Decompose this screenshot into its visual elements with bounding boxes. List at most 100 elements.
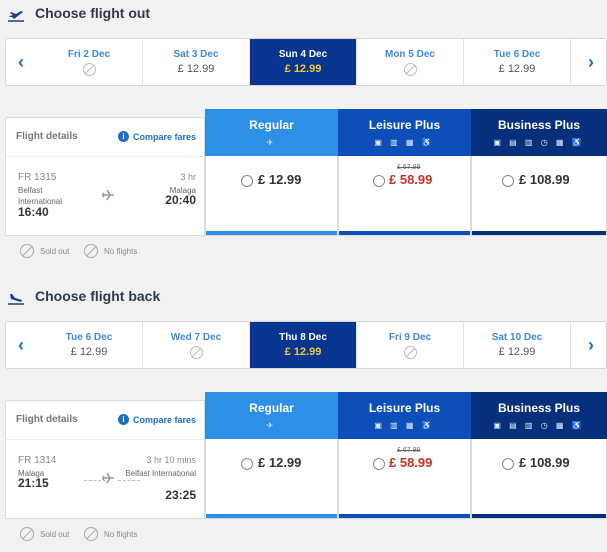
fare-name: Business Plus	[497, 401, 581, 415]
fare-regular: Regular ✈ £ 12.99	[205, 392, 338, 519]
no-flights-icon	[189, 346, 203, 359]
fare-name: Leisure Plus	[368, 118, 441, 132]
fare-radio[interactable]	[373, 458, 385, 470]
fare-bar	[472, 231, 606, 235]
date-label: Tue 6 Dec	[493, 49, 541, 60]
fare-business-option[interactable]: £ 108.99	[471, 439, 607, 519]
inbound-date-selector: ‹ Tue 6 Dec £ 12.99 Wed 7 Dec Thu 8 Dec …	[5, 321, 607, 369]
date-label: Sun 4 Dec	[278, 49, 328, 60]
date-label: Fri 2 Dec	[67, 49, 111, 60]
inbound-date-1[interactable]: Wed 7 Dec	[143, 322, 250, 368]
fare-price: £ 108.99	[519, 172, 570, 187]
fare-leisure-option[interactable]: £ 67.99 £ 58.99	[338, 156, 471, 236]
fare-old-price: £ 67.99	[397, 447, 421, 454]
compare-fares-link[interactable]: Compare fares	[133, 132, 196, 142]
fare-business-header: Business Plus ▣ ▤ ▥ ◷ ▦ ♿	[471, 392, 607, 439]
fare-radio[interactable]	[241, 458, 253, 470]
fare-radio[interactable]	[502, 458, 514, 470]
sold-out-icon	[20, 527, 34, 541]
fare-regular-header: Regular ✈	[205, 109, 338, 156]
next-dates-button[interactable]: ›	[576, 322, 606, 368]
fare-old-price: £ 67.99	[397, 164, 421, 171]
fare-regular-option[interactable]: £ 12.99	[205, 156, 338, 236]
inbound-date-2-selected[interactable]: Thu 8 Dec £ 12.99	[250, 322, 357, 368]
plane-icon	[102, 189, 114, 201]
compare-fares-link[interactable]: Compare fares	[133, 415, 196, 425]
no-flights-icon	[84, 244, 98, 258]
sold-out-label: Sold out	[40, 530, 70, 539]
fare-name: Regular	[249, 401, 294, 415]
fare-radio[interactable]	[502, 175, 514, 187]
no-flights-label: No flights	[104, 530, 138, 539]
fare-price: £ 12.99	[258, 455, 302, 470]
flight-number: FR 1314	[18, 455, 57, 466]
fare-leisure-option[interactable]: £ 67.99 £ 58.99	[338, 439, 471, 519]
departure-time: 16:40	[18, 205, 49, 219]
plane-landing-icon	[8, 294, 24, 305]
fare-price: £ 58.99	[389, 455, 433, 470]
no-flights-icon	[403, 63, 417, 76]
fare-radio[interactable]	[241, 175, 253, 187]
outbound-date-1[interactable]: Sat 3 Dec £ 12.99	[143, 39, 250, 85]
outbound-date-selector: ‹ Fri 2 Dec Sat 3 Dec £ 12.99 Sun 4 Dec …	[5, 38, 607, 86]
next-dates-button[interactable]: ›	[576, 39, 606, 85]
chevron-right-icon: ›	[588, 51, 594, 72]
destination-airport: Belfast International	[125, 469, 196, 478]
no-flights-icon	[403, 346, 417, 359]
date-price: £ 12.99	[498, 63, 536, 75]
origin-airport: Belfast International	[18, 186, 63, 206]
arrival-time: 20:40	[165, 193, 196, 207]
legend: Sold out No flights	[20, 242, 320, 262]
outbound-date-0[interactable]: Fri 2 Dec	[36, 39, 143, 85]
fare-leisure-header: Leisure Plus ▣ ▥ ▦ ♿	[338, 392, 471, 439]
plane-icon: ✈	[266, 421, 277, 430]
date-price: £ 12.99	[177, 63, 215, 75]
date-price: £ 12.99	[284, 63, 322, 75]
no-flights-label: No flights	[104, 247, 138, 256]
outbound-date-4[interactable]: Tue 6 Dec £ 12.99	[464, 39, 571, 85]
prev-dates-button[interactable]: ‹	[6, 39, 36, 85]
no-flights-icon	[82, 63, 96, 76]
prev-dates-button[interactable]: ‹	[6, 322, 36, 368]
date-label: Wed 7 Dec	[170, 332, 222, 343]
benefits-icons: ▣ ▤ ▥ ◷ ▦ ♿	[493, 421, 585, 430]
inbound-date-4[interactable]: Sat 10 Dec £ 12.99	[464, 322, 571, 368]
plane-icon: ✈	[266, 138, 277, 147]
flight-details-title: Flight details	[16, 131, 78, 142]
info-icon: i	[118, 414, 129, 425]
fare-business-plus: Business Plus ▣ ▤ ▥ ◷ ▦ ♿ £ 108.99	[471, 109, 607, 236]
fare-leisure-header: Leisure Plus ▣ ▥ ▦ ♿	[338, 109, 471, 156]
inbound-header: Choose flight back	[0, 283, 400, 309]
flight-details: FR 1315 Belfast International 16:40 3 hr…	[5, 156, 205, 236]
outbound-fares: Flight details i Compare fares FR 1315 B…	[5, 109, 607, 236]
outbound-date-2-selected[interactable]: Sun 4 Dec £ 12.99	[250, 39, 357, 85]
info-icon: i	[118, 131, 129, 142]
fare-radio[interactable]	[373, 175, 385, 187]
date-label: Thu 8 Dec	[279, 332, 327, 343]
fare-regular-option[interactable]: £ 12.99	[205, 439, 338, 519]
date-label: Tue 6 Dec	[65, 332, 113, 343]
sold-out-icon	[20, 244, 34, 258]
benefits-icons: ▣ ▥ ▦ ♿	[374, 421, 435, 430]
flight-duration: 3 hr	[180, 172, 196, 182]
flight-number: FR 1315	[18, 172, 57, 183]
fare-leisure-plus: Leisure Plus ▣ ▥ ▦ ♿ £ 67.99 £ 58.99	[338, 109, 471, 236]
fare-bar	[206, 514, 337, 518]
fare-business-plus: Business Plus ▣ ▤ ▥ ◷ ▦ ♿ £ 108.99	[471, 392, 607, 519]
inbound-title: Choose flight back	[35, 288, 161, 304]
outbound-date-3[interactable]: Mon 5 Dec	[357, 39, 464, 85]
inbound-date-0[interactable]: Tue 6 Dec £ 12.99	[36, 322, 143, 368]
fare-price: £ 12.99	[258, 172, 302, 187]
fare-name: Business Plus	[497, 118, 581, 132]
sold-out-label: Sold out	[40, 247, 70, 256]
outbound-title: Choose flight out	[35, 5, 151, 21]
benefits-icons: ▣ ▥ ▦ ♿	[374, 138, 435, 147]
inbound-date-3[interactable]: Fri 9 Dec	[357, 322, 464, 368]
date-price: £ 12.99	[284, 346, 322, 358]
fare-leisure-plus: Leisure Plus ▣ ▥ ▦ ♿ £ 67.99 £ 58.99	[338, 392, 471, 519]
chevron-left-icon: ‹	[18, 334, 24, 355]
date-price: £ 12.99	[498, 346, 536, 358]
inbound-fares: Flight details i Compare fares FR 1314 M…	[5, 392, 607, 519]
flight-details-header: Flight details i Compare fares	[5, 117, 205, 156]
fare-business-option[interactable]: £ 108.99	[471, 156, 607, 236]
